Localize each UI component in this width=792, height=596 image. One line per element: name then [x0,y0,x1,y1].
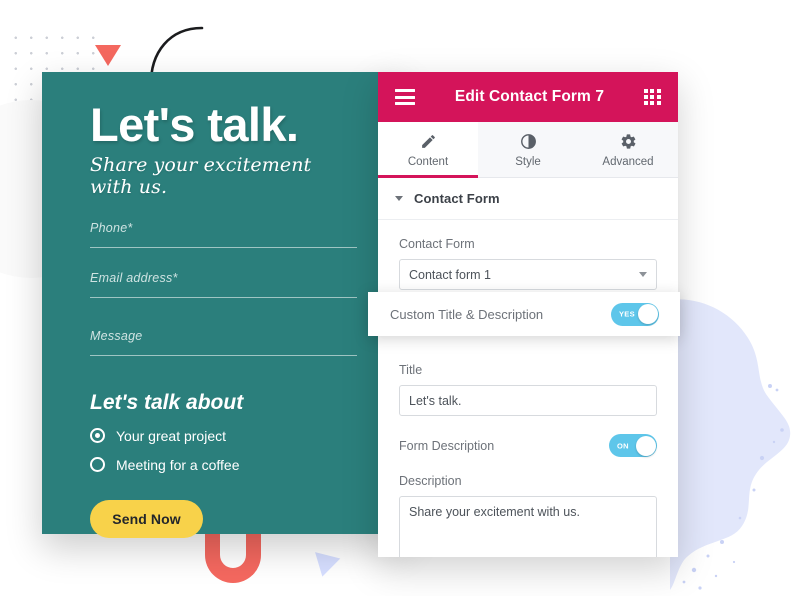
custom-title-description-row[interactable]: Custom Title & Description YES [368,292,680,336]
toggle-knob [635,435,656,456]
hamburger-icon[interactable] [395,89,415,105]
phone-field-label: Phone* [90,220,133,235]
description-control: Description Share your excitement with u… [378,474,678,557]
panel-title: Edit Contact Form 7 [454,88,605,105]
contact-form-select[interactable]: Contact form 1 [399,259,657,290]
email-field-underline [90,296,357,298]
radio-option-coffee-label: Meeting for a coffee [116,456,240,473]
form-description-label: Form Description [399,438,495,453]
tab-advanced-label: Advanced [602,156,654,168]
card-title: Let's talk. [90,98,299,151]
lavender-triangle-decoration [309,552,341,580]
form-description-toggle[interactable]: ON [609,434,657,457]
email-field-label: Email address* [90,270,178,285]
message-field-underline [90,354,357,356]
contrast-icon [520,134,536,149]
custom-title-description-label: Custom Title & Description [390,306,544,322]
phone-field-underline [90,246,357,248]
form-description-control: Form Description ON [378,434,678,457]
panel-header: Edit Contact Form 7 [378,72,678,122]
card-subtitle: Share your excitement with us. [90,153,312,198]
chevron-down-icon [639,272,647,277]
radio-option-coffee[interactable]: Meeting for a coffee [90,457,357,473]
gear-icon [621,134,635,149]
custom-title-description-toggle[interactable]: YES [611,302,659,326]
form-description-toggle-state: ON [617,441,629,450]
title-control: Title [378,363,678,416]
description-label: Description [399,474,462,488]
tab-style[interactable]: Style [478,122,578,177]
contact-form-select-value: Contact form 1 [409,267,491,282]
coral-triangle-decoration [95,45,121,66]
radio-selected-icon [90,428,105,444]
tab-advanced[interactable]: Advanced [578,122,678,177]
send-now-button[interactable]: Send Now [90,499,203,538]
caret-down-icon [395,196,403,201]
title-label: Title [399,363,423,377]
section-header-contact-form[interactable]: Contact Form [378,178,678,220]
panel-body: Contact Form Contact Form Contact form 1… [378,178,678,557]
contact-form-preview-card: Let's talk. Share your excitement with u… [42,72,405,538]
radio-option-project-label: Your great project [116,427,226,444]
about-heading: Let's talk about [90,390,244,414]
title-input[interactable] [399,385,657,416]
tab-style-label: Style [515,156,541,168]
toggle-knob [637,304,658,324]
panel-tabs: Content Style Advanced [378,122,678,178]
tab-content[interactable]: Content [378,122,478,178]
email-field[interactable]: Email address* [90,271,357,298]
contact-form-control: Contact Form Contact form 1 [378,237,678,290]
contact-form-label: Contact Form [399,237,475,251]
radio-unselected-icon [90,457,105,473]
radio-option-project[interactable]: Your great project [90,428,357,444]
phone-field[interactable]: Phone* [90,221,357,248]
custom-title-description-toggle-state: YES [619,309,635,319]
tab-content-label: Content [407,156,449,168]
paint-splatter-decoration [670,299,791,590]
grid-icon[interactable] [644,89,661,105]
message-field-label: Message [90,328,143,343]
message-field[interactable]: Message [90,329,357,356]
section-title: Contact Form [414,191,500,206]
description-textarea[interactable]: Share your excitement with us. [399,496,657,557]
pencil-icon [421,135,435,148]
